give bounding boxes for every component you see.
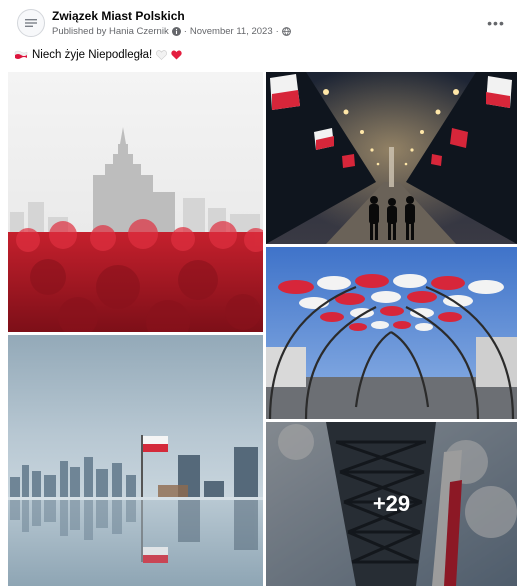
published-by[interactable]: Published by Hania Czernik: [52, 26, 169, 37]
more-options-icon: •••: [487, 15, 505, 31]
photo-skyline-reflection[interactable]: [8, 335, 263, 586]
info-icon[interactable]: [171, 27, 181, 36]
page-avatar[interactable]: [17, 9, 45, 37]
photo-palace-red-trees[interactable]: [8, 72, 263, 332]
page-name[interactable]: Związek Miast Polskich: [52, 9, 185, 23]
more-options-button[interactable]: •••: [485, 12, 507, 34]
more-photos-count: +29: [372, 491, 411, 516]
poland-flag-emoji: [14, 50, 28, 60]
more-photos-overlay[interactable]: +29: [266, 422, 517, 586]
post-date[interactable]: November 11, 2023: [190, 26, 273, 37]
photo-umbrellas[interactable]: [266, 247, 517, 419]
meta-separator-2: ·: [275, 26, 279, 37]
photo-tower-more[interactable]: +29: [266, 422, 517, 586]
post-header: Związek Miast Polskich Published by Hani…: [0, 0, 517, 46]
red-heart-emoji: [171, 50, 182, 60]
post-meta: Published by Hania Czernik · November 11…: [52, 26, 291, 37]
city-logo-icon: [25, 19, 37, 27]
photo-night-street-flags[interactable]: [266, 72, 517, 244]
caption-text: Niech żyje Niepodległa!: [32, 49, 153, 61]
globe-icon: [281, 27, 291, 36]
post-caption: Niech żyje Niepodległa!: [14, 49, 182, 61]
meta-separator: ·: [183, 26, 187, 37]
white-heart-emoji: [156, 50, 168, 60]
